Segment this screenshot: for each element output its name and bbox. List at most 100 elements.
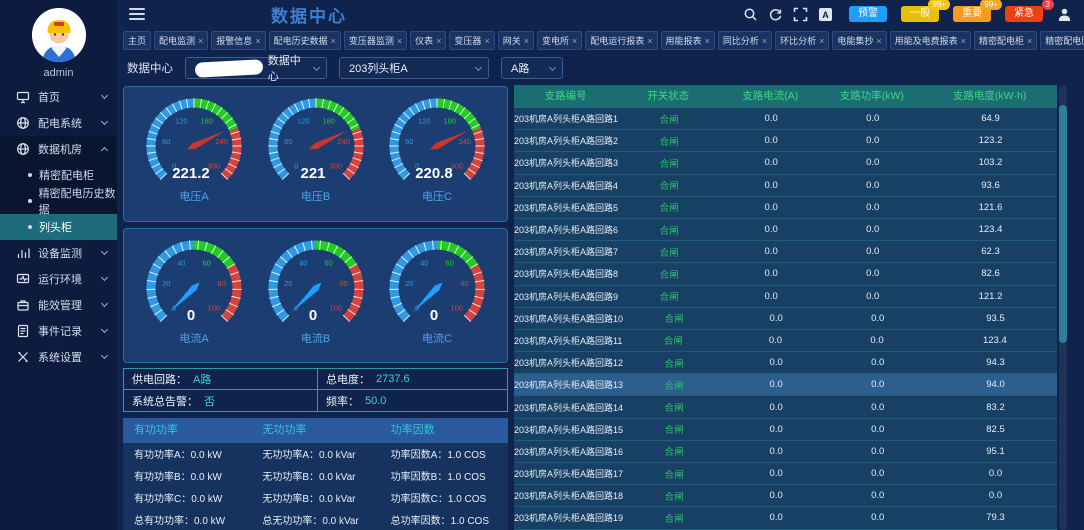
table-row[interactable]: 203机房A列头柜A路回路6合闸0.00.0123.4 — [514, 219, 1057, 241]
sidebar-item-数据机房[interactable]: 数据机房 — [0, 136, 117, 162]
branch-cell-energy: 0.0 — [928, 490, 1057, 501]
close-icon[interactable]: × — [436, 32, 441, 50]
tab-label: 变压器监测 — [349, 32, 394, 50]
sidebar-subitem-精密配电历史数据[interactable]: 精密配电历史数据 — [0, 188, 117, 214]
table-row[interactable]: 203机房A列头柜A路回路5合闸0.00.0121.6 — [514, 197, 1057, 219]
close-icon[interactable]: × — [255, 32, 260, 50]
app-root: admin 首页配电系统数据机房精密配电柜精密配电历史数据列头柜设备监测运行环境… — [0, 0, 1084, 530]
power-cell: 功率因数B：1.0 COS — [380, 468, 508, 483]
sidebar-item-事件记录[interactable]: 事件记录 — [0, 318, 117, 344]
close-icon[interactable]: × — [572, 32, 577, 50]
tab-用能报表[interactable]: 用能报表× — [661, 31, 715, 50]
tab-精密配电柜[interactable]: 精密配电柜× — [974, 31, 1037, 50]
close-icon[interactable]: × — [762, 32, 767, 50]
tab-用能及电费报表[interactable]: 用能及电费报表× — [890, 31, 971, 50]
branch-cell-current: 0.0 — [720, 113, 822, 124]
close-icon[interactable]: × — [484, 32, 489, 50]
branch-cell-name: 203机房A列头柜A路回路1 — [514, 112, 618, 125]
power-table-body: 有功功率A：0.0 kW无功功率A：0.0 kVar功率因数A：1.0 COS有… — [123, 443, 508, 530]
alert-button-重要[interactable]: 重要99+ — [953, 6, 991, 22]
branch-cell-name: 203机房A列头柜A路回路13 — [514, 378, 623, 391]
branch-cell-energy: 93.5 — [928, 313, 1057, 324]
close-icon[interactable]: × — [961, 32, 966, 50]
circuit-select-value: A路 — [511, 60, 529, 76]
gauge-label: 电流C — [377, 330, 497, 346]
table-row[interactable]: 203机房A列头柜A路回路2合闸0.00.0123.2 — [514, 130, 1057, 152]
environment-icon — [16, 272, 30, 286]
tab-配电运行报表[interactable]: 配电运行报表× — [585, 31, 657, 50]
user-icon[interactable] — [1057, 7, 1072, 22]
table-row[interactable]: 203机房A列头柜A路回路16合闸0.00.095.1 — [514, 441, 1057, 463]
alert-button-紧急[interactable]: 紧急3 — [1005, 6, 1043, 22]
gauge-chart: 060120180240300220.8 — [377, 92, 497, 186]
table-row[interactable]: 203机房A列头柜A路回路11合闸0.00.0123.4 — [514, 330, 1057, 352]
sidebar-item-设备监测[interactable]: 设备监测 — [0, 240, 117, 266]
chevron-down-icon — [101, 300, 108, 307]
close-icon[interactable]: × — [647, 32, 652, 50]
close-icon[interactable]: × — [331, 32, 336, 50]
svg-text:120: 120 — [175, 117, 188, 126]
translate-icon[interactable]: A — [818, 7, 833, 22]
hamburger-menu-icon[interactable] — [129, 5, 145, 23]
branch-cell-power: 0.0 — [827, 512, 928, 523]
globe-icon — [16, 142, 30, 156]
alert-button-预警[interactable]: 预警 — [849, 6, 887, 22]
alert-button-一般[interactable]: 一般99+ — [901, 6, 939, 22]
alert-badge: 99+ — [928, 0, 950, 10]
table-row[interactable]: 203机房A列头柜A路回路10合闸0.00.093.5 — [514, 308, 1057, 330]
table-row[interactable]: 203机房A列头柜A路回路9合闸0.00.0121.2 — [514, 286, 1057, 308]
sidebar-item-运行环境[interactable]: 运行环境 — [0, 266, 117, 292]
tab-网关[interactable]: 网关× — [498, 31, 534, 50]
tab-主页[interactable]: 主页 — [123, 31, 151, 50]
cabinet-select[interactable]: 203列头柜A — [339, 57, 489, 79]
table-row[interactable]: 203机房A列头柜A路回路13合闸0.00.094.0 — [514, 374, 1057, 396]
tab-精密配电历史数据[interactable]: 精密配电历史数据× — [1040, 31, 1084, 50]
tab-报警信息[interactable]: 报警信息× — [211, 31, 265, 50]
branch-cell-energy: 95.1 — [928, 446, 1057, 457]
tab-仪表[interactable]: 仪表× — [410, 31, 446, 50]
power-cell: 总无功功率：0.0 kVar — [251, 512, 379, 527]
tab-变压器监测[interactable]: 变压器监测× — [344, 31, 407, 50]
branch-cell-status: 合闸 — [618, 156, 720, 170]
tab-配电监测[interactable]: 配电监测× — [154, 31, 208, 50]
tab-环比分析[interactable]: 环比分析× — [775, 31, 829, 50]
table-row[interactable]: 203机房A列头柜A路回路4合闸0.00.093.6 — [514, 175, 1057, 197]
tab-同比分析[interactable]: 同比分析× — [718, 31, 772, 50]
tab-变电所[interactable]: 变电所× — [537, 31, 582, 50]
search-icon[interactable] — [743, 7, 758, 22]
close-icon[interactable]: × — [397, 32, 402, 50]
svg-text:60: 60 — [284, 137, 292, 146]
table-row[interactable]: 203机房A列头柜A路回路3合闸0.00.0103.2 — [514, 152, 1057, 174]
table-row[interactable]: 203机房A列头柜A路回路15合闸0.00.082.5 — [514, 419, 1057, 441]
sidebar-item-系统设置[interactable]: 系统设置 — [0, 344, 117, 370]
sidebar-item-配电系统[interactable]: 配电系统 — [0, 110, 117, 136]
refresh-icon[interactable] — [768, 7, 783, 22]
close-icon[interactable]: × — [876, 32, 881, 50]
close-icon[interactable]: × — [524, 32, 529, 50]
close-icon[interactable]: × — [1027, 32, 1032, 50]
user-profile[interactable]: admin — [0, 0, 117, 84]
fullscreen-icon[interactable] — [793, 7, 808, 22]
table-row[interactable]: 203机房A列头柜A路回路19合闸0.00.079.3 — [514, 507, 1057, 529]
close-icon[interactable]: × — [819, 32, 824, 50]
sidebar-item-能效管理[interactable]: 能效管理 — [0, 292, 117, 318]
circuit-select[interactable]: A路 — [501, 57, 563, 79]
branch-cell-current: 0.0 — [725, 379, 827, 390]
close-icon[interactable]: × — [705, 32, 710, 50]
table-row[interactable]: 203机房A列头柜A路回路7合闸0.00.062.3 — [514, 241, 1057, 263]
table-row[interactable]: 203机房A列头柜A路回路14合闸0.00.083.2 — [514, 396, 1057, 418]
table-row[interactable]: 203机房A列头柜A路回路17合闸0.00.00.0 — [514, 463, 1057, 485]
tab-电能集抄[interactable]: 电能集抄× — [832, 31, 886, 50]
sidebar-subitem-列头柜[interactable]: 列头柜 — [0, 214, 117, 240]
table-row[interactable]: 203机房A列头柜A路回路1合闸0.00.064.9 — [514, 108, 1057, 130]
tab-配电历史数据[interactable]: 配电历史数据× — [269, 31, 341, 50]
scrollbar-thumb[interactable] — [1059, 105, 1067, 343]
branch-table-header: 支路编号开关状态支路电流(A)支路功率(kW)支路电度(kW·h) — [514, 85, 1057, 108]
table-row[interactable]: 203机房A列头柜A路回路18合闸0.00.00.0 — [514, 485, 1057, 507]
sidebar-item-首页[interactable]: 首页 — [0, 84, 117, 110]
table-row[interactable]: 203机房A列头柜A路回路12合闸0.00.094.3 — [514, 352, 1057, 374]
datacenter-select[interactable]: 数据中心 — [185, 57, 327, 79]
close-icon[interactable]: × — [198, 32, 203, 50]
table-row[interactable]: 203机房A列头柜A路回路8合闸0.00.082.6 — [514, 263, 1057, 285]
tab-变压器[interactable]: 变压器× — [449, 31, 494, 50]
